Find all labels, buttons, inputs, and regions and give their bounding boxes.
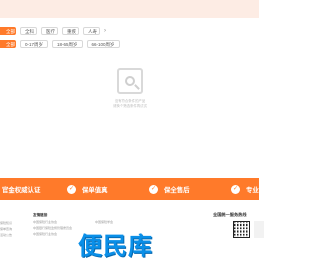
feature-label: 专业设	[246, 186, 266, 194]
category-chip-medical[interactable]: 医疗	[41, 27, 58, 35]
category-filter-row: 全部 全科 医疗 重疾 人寿 ›	[0, 25, 106, 37]
hotline-label: 全国统一服务热线	[213, 212, 247, 217]
footer-column-title: 友情链接	[33, 213, 48, 217]
footer-left-links: 保险知识 保单查询 活动公告	[0, 220, 12, 238]
age-chip-66-100[interactable]: 66-100周岁	[86, 40, 120, 48]
footer-link[interactable]: 活动公告	[0, 232, 12, 238]
empty-state-text: 没有符合条件的产品 请换个筛选条件再试试	[108, 99, 152, 109]
shield-icon: ✓	[67, 184, 76, 194]
shield-icon: ✓	[231, 184, 240, 194]
qr-code-icon	[233, 221, 250, 238]
footer-contact: 全国统一服务热线	[213, 212, 264, 238]
age-all-chip[interactable]: 全部	[0, 40, 16, 48]
feature-after-sales: ✓ 保全售后	[149, 178, 190, 200]
shield-icon: ✓	[149, 184, 158, 194]
age-filter-row: 全部 0-17周岁 18-65周岁 66-100周岁	[0, 38, 124, 50]
feature-label: 保全售后	[164, 186, 190, 194]
header-band	[0, 0, 259, 18]
category-chip-critical-illness[interactable]: 重疾	[62, 27, 79, 35]
age-chip-0-17[interactable]: 0-17周岁	[20, 40, 49, 48]
category-all-chip[interactable]: 全部	[0, 27, 16, 35]
contact-side-panel	[254, 221, 264, 238]
category-chip-general[interactable]: 全科	[20, 27, 37, 35]
empty-state-line2: 请换个筛选条件再试试	[113, 104, 147, 108]
footer-link[interactable]: 中国保险行业协会	[33, 231, 72, 237]
feature-policy: ✓ 保单值真	[67, 178, 108, 200]
feature-certification: 官金权威认证	[2, 178, 40, 200]
feature-label: 保单值真	[82, 186, 108, 194]
watermark-text: 便民库	[78, 233, 153, 260]
chevron-right-icon[interactable]: ›	[104, 27, 106, 35]
empty-search-icon	[117, 68, 143, 94]
feature-band: 官金权威认证 ✓ 保单值真 ✓ 保全售后 ✓ 专业设	[0, 178, 265, 200]
footer-friend-links: 友情链接 中国保险行业协会 中国银行保险监督管理委员会 中国保险行业协会	[33, 212, 72, 237]
footer-more-links: 中国保险学会	[95, 219, 113, 225]
feature-label: 官金权威认证	[2, 186, 41, 194]
category-chip-life[interactable]: 人寿	[83, 27, 100, 35]
age-chip-18-65[interactable]: 18-65周岁	[52, 40, 83, 48]
footer-link[interactable]: 中国保险学会	[95, 219, 113, 225]
feature-professional: ✓ 专业设	[231, 178, 265, 200]
